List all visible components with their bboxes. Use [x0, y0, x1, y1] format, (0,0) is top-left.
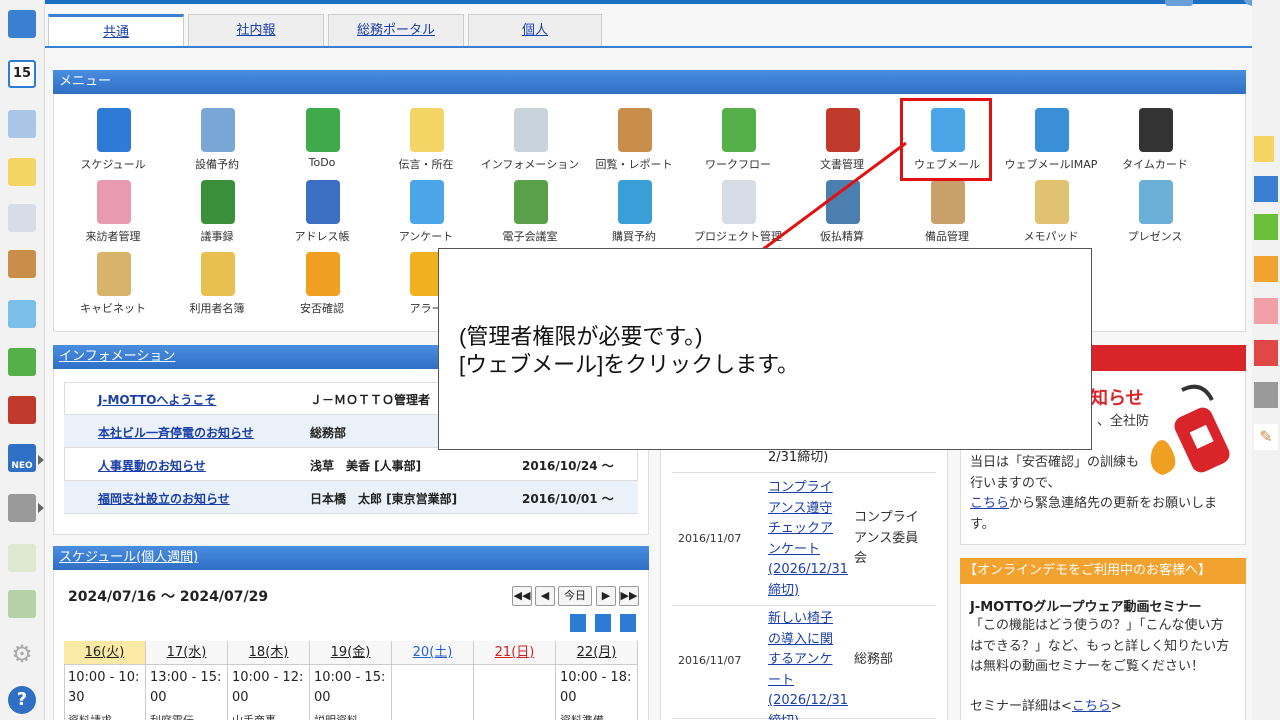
webmail-highlight-box: [900, 98, 992, 181]
callout-line-2: [ウェブメール]をクリックします。: [459, 352, 800, 377]
instruction-callout: (管理者権限が必要です。) [ウェブメール]をクリックします。: [438, 248, 1092, 450]
screen: 15 NEO ⚙ ? ⚙ 共通 社内報 総務ポータル 個人 メニュー スケジュー…: [0, 0, 1280, 720]
